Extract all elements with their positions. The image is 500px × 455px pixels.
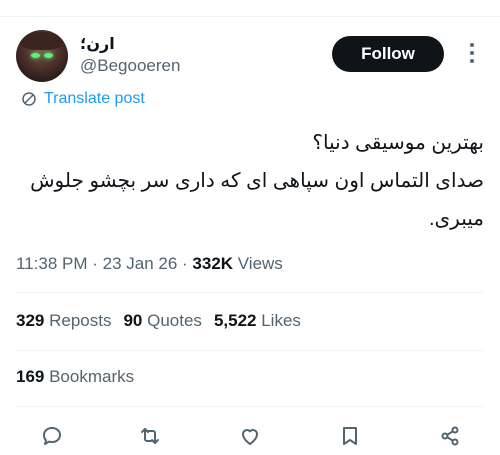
- more-dot: [470, 43, 474, 47]
- display-name[interactable]: ارن؛: [80, 34, 180, 54]
- author-names: ارن؛ @Begooeren: [80, 34, 180, 76]
- quotes-label: Quotes: [142, 311, 202, 330]
- divider: [16, 292, 484, 293]
- reposts-label: Reposts: [44, 311, 112, 330]
- post-text-line: میبری.: [428, 208, 484, 230]
- more-options-icon[interactable]: [462, 42, 482, 64]
- avatar-hair: [20, 32, 64, 50]
- likes-label: Likes: [256, 311, 301, 330]
- avatar-eye-right: [44, 53, 53, 58]
- bookmarks-count: 169: [16, 367, 45, 386]
- likes-count: 5,522: [213, 311, 257, 330]
- post-meta: 11:38 PM · 23 Jan 26 · 332K Views: [16, 254, 283, 274]
- reposts-stat[interactable]: 329 Reposts: [16, 311, 111, 330]
- divider: [16, 406, 484, 407]
- bookmarks-label: Bookmarks: [44, 367, 135, 386]
- translate-label: Translate post: [44, 90, 145, 107]
- bookmark-button[interactable]: [336, 422, 364, 450]
- more-dot: [470, 51, 474, 55]
- reposts-count: 329: [16, 311, 45, 330]
- like-icon: [242, 429, 258, 445]
- repost-icon: [141, 428, 159, 444]
- share-button[interactable]: [436, 422, 464, 450]
- reply-icon: [43, 427, 61, 445]
- views-label: Views: [233, 254, 283, 273]
- engagement-stats: 329 Reposts 90 Quotes 5,522 Likes: [16, 311, 301, 331]
- share-icon: [441, 426, 459, 446]
- repost-button[interactable]: [136, 422, 164, 450]
- avatar-eye-left: [31, 53, 40, 58]
- post-header: ارن؛ @Begooeren Follow: [16, 30, 484, 86]
- follow-button[interactable]: Follow: [332, 36, 444, 72]
- like-button[interactable]: [236, 422, 264, 450]
- translate-icon: [22, 92, 36, 106]
- bookmark-icon: [343, 427, 357, 445]
- top-edge: [0, 0, 500, 17]
- reply-button[interactable]: [38, 422, 66, 450]
- quotes-count: 90: [123, 311, 143, 330]
- quotes-stat[interactable]: 90 Quotes: [123, 311, 201, 330]
- post-text-line: صدای التماس اون سپاهی ای که داری سر بچشو…: [30, 170, 484, 192]
- divider: [16, 350, 484, 351]
- likes-stat[interactable]: 5,522 Likes: [214, 311, 301, 330]
- post-text-line: بهترین موسیقی دنیا؟: [312, 132, 484, 154]
- more-dot: [470, 59, 474, 63]
- post-text: بهترین موسیقی دنیا؟ صدای التماس اون سپاه…: [16, 124, 484, 238]
- views-count: 332K: [192, 254, 234, 273]
- avatar[interactable]: [16, 30, 68, 82]
- timestamp[interactable]: 11:38 PM · 23 Jan 26 ·: [16, 254, 192, 273]
- handle[interactable]: @Begooeren: [80, 56, 180, 76]
- bookmarks-stat[interactable]: 169 Bookmarks: [16, 367, 134, 387]
- translate-post-link[interactable]: Translate post: [20, 90, 145, 108]
- action-bar: [0, 420, 500, 454]
